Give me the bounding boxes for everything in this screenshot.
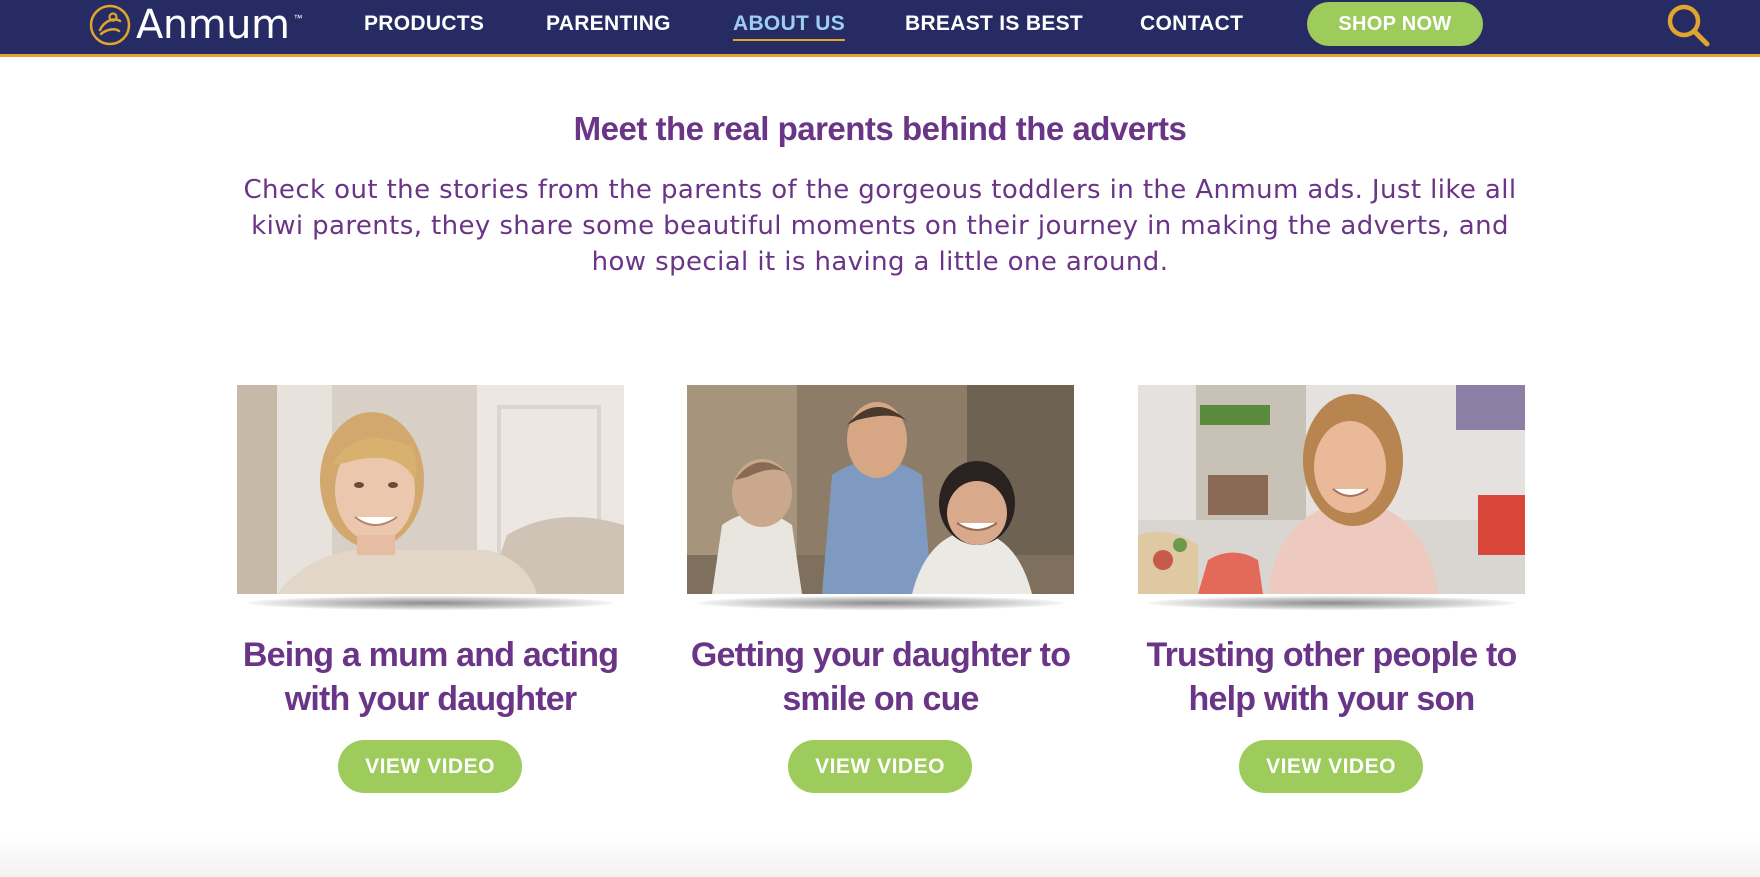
card-title: Getting your daughter to smile on cue — [690, 636, 1071, 718]
search-button[interactable] — [1664, 1, 1712, 49]
search-icon — [1667, 4, 1710, 47]
card-shadow — [697, 596, 1064, 610]
card-shadow — [247, 596, 614, 610]
video-thumbnail[interactable] — [687, 385, 1074, 594]
nav-products[interactable]: PRODUCTS — [364, 9, 484, 39]
mum-on-sofa-image — [1138, 385, 1525, 594]
logo-wordmark: Anmum — [136, 2, 290, 48]
section-title: Meet the real parents behind the adverts — [573, 110, 1187, 147]
shop-now-button[interactable]: SHOP NOW — [1307, 2, 1483, 46]
video-card-smile-on-cue: Getting your daughter to smile on cue VI… — [687, 385, 1074, 793]
view-video-button[interactable]: VIEW VIDEO — [788, 740, 972, 793]
video-thumbnail[interactable] — [237, 385, 624, 594]
logo-trademark: ™ — [293, 13, 303, 23]
nav-breast-is-best[interactable]: BREAST IS BEST — [905, 9, 1083, 39]
card-title: Trusting other people to help with your … — [1146, 636, 1518, 718]
view-video-button[interactable]: VIEW VIDEO — [1239, 740, 1423, 793]
card-shadow — [1148, 596, 1515, 610]
family-photo-image — [687, 385, 1074, 594]
anmum-logo[interactable]: Anmum ™ — [88, 3, 303, 47]
video-card-trusting-others: Trusting other people to help with your … — [1138, 385, 1525, 793]
video-card-mum-acting: Being a mum and acting with your daughte… — [237, 385, 624, 793]
footer-fade — [0, 835, 1760, 877]
view-video-button[interactable]: VIEW VIDEO — [338, 740, 522, 793]
top-navigation-bar: Anmum ™ PRODUCTS PARENTING ABOUT US BREA… — [0, 0, 1760, 57]
section-description: Check out the stories from the parents o… — [243, 175, 1517, 277]
video-thumbnail[interactable] — [1138, 385, 1525, 594]
nav-about-us[interactable]: ABOUT US — [733, 9, 846, 41]
nav-contact[interactable]: CONTACT — [1140, 9, 1243, 39]
logo-mark-icon — [89, 4, 131, 46]
mum-portrait-image — [237, 385, 624, 594]
nav-parenting[interactable]: PARENTING — [546, 9, 671, 39]
card-title: Being a mum and acting with your daughte… — [242, 636, 619, 718]
